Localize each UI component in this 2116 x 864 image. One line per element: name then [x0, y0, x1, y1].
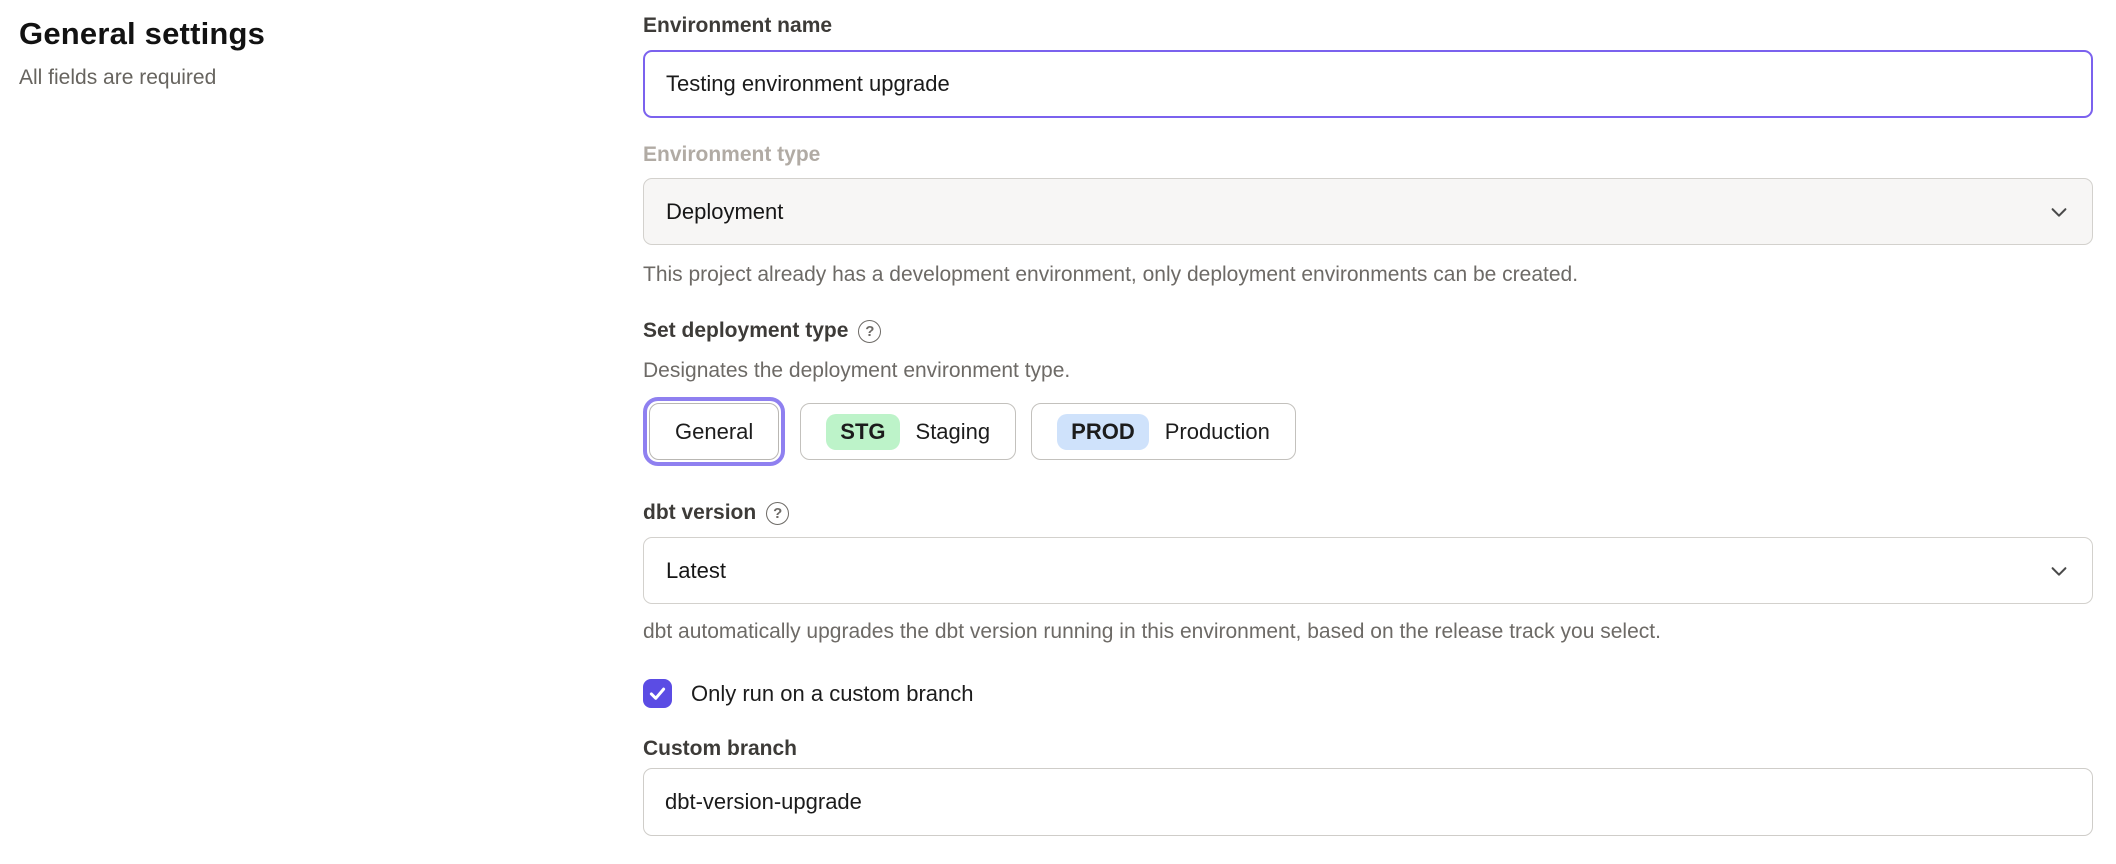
- chevron-down-icon: [2048, 201, 2070, 223]
- production-option-label: Production: [1165, 419, 1270, 445]
- staging-option-label: Staging: [916, 419, 991, 445]
- custom-branch-checkbox[interactable]: [643, 679, 672, 708]
- deployment-type-options: General STG Staging PROD Production: [643, 397, 2093, 466]
- environment-name-label: Environment name: [643, 12, 2093, 40]
- deployment-type-production-button[interactable]: PROD Production: [1031, 403, 1296, 460]
- custom-branch-checkbox-label: Only run on a custom branch: [691, 681, 973, 707]
- environment-type-helper: This project already has a development e…: [643, 261, 2093, 289]
- deployment-type-helper: Designates the deployment environment ty…: [643, 357, 2093, 385]
- custom-branch-label: Custom branch: [643, 735, 2093, 763]
- environment-type-value: Deployment: [666, 199, 783, 225]
- general-option-label: General: [675, 419, 753, 445]
- dbt-version-helper: dbt automatically upgrades the dbt versi…: [643, 618, 2093, 646]
- dbt-version-label-row: dbt version ?: [643, 499, 2093, 527]
- deployment-type-label-row: Set deployment type ?: [643, 317, 2093, 345]
- page-subtitle: All fields are required: [19, 66, 579, 90]
- deployment-type-label: Set deployment type: [643, 317, 848, 345]
- help-icon[interactable]: ?: [766, 502, 789, 525]
- prod-badge: PROD: [1057, 414, 1149, 450]
- custom-branch-checkbox-row: Only run on a custom branch: [643, 679, 2093, 708]
- checkmark-icon: [647, 683, 668, 704]
- settings-form: Environment name Environment type Deploy…: [643, 0, 2093, 836]
- page-title: General settings: [19, 16, 579, 52]
- stg-badge: STG: [826, 414, 899, 450]
- settings-header: General settings All fields are required: [19, 16, 579, 90]
- dbt-version-label: dbt version: [643, 499, 756, 527]
- dbt-version-value: Latest: [666, 558, 726, 584]
- deployment-type-staging-button[interactable]: STG Staging: [800, 403, 1016, 460]
- general-settings-page: General settings All fields are required…: [0, 0, 2116, 864]
- environment-name-input[interactable]: [643, 50, 2093, 118]
- custom-branch-input[interactable]: [643, 768, 2093, 836]
- environment-type-select: Deployment: [643, 178, 2093, 245]
- dbt-version-select[interactable]: Latest: [643, 537, 2093, 604]
- help-icon[interactable]: ?: [858, 320, 881, 343]
- environment-type-label: Environment type: [643, 141, 2093, 169]
- deployment-type-general-button[interactable]: General: [649, 403, 779, 460]
- general-option-selected-ring: General: [643, 397, 785, 466]
- chevron-down-icon: [2048, 560, 2070, 582]
